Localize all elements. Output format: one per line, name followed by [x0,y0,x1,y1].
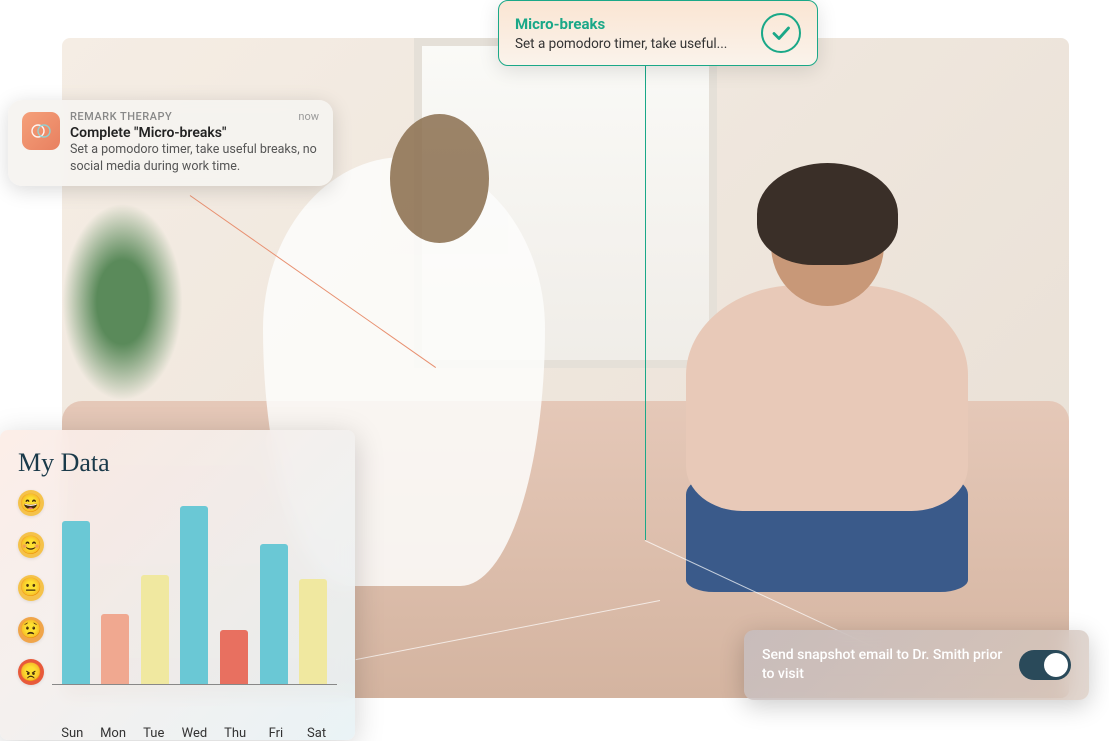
notification-timestamp: now [298,110,319,123]
toggle-switch[interactable] [1019,650,1071,680]
mood-happy-icon: 😊 [18,532,44,558]
chart-bar[interactable] [299,579,327,684]
app-logo-icon [22,112,60,150]
chart-x-axis: Sun Mon Tue Wed Thu Fri Sat [52,726,337,741]
chart-title: My Data [18,448,337,478]
chart-x-tick: Mon [99,726,127,741]
chart-x-tick: Wed [180,726,208,741]
task-description: Set a pomodoro timer, take useful... [515,36,749,52]
chart-bar[interactable] [101,614,129,684]
mood-laughing-icon: 😄 [18,490,44,516]
mood-angry-icon: 😠 [18,659,44,685]
task-title: Micro-breaks [515,15,749,33]
notification-title: Complete "Micro-breaks" [70,125,319,141]
notification-description: Set a pomodoro timer, take useful breaks… [70,142,319,176]
my-data-chart-card: My Data 😄 😊 😐 😟 😠 Sun Mon Tue Wed Thu Fri Sat [0,430,355,740]
mood-neutral-icon: 😐 [18,575,44,601]
chart-x-tick: Sat [303,726,331,741]
chart-x-tick: Sun [58,726,86,741]
chart-bar[interactable] [141,575,169,684]
task-card[interactable]: Micro-breaks Set a pomodoro timer, take … [498,0,818,66]
notification-card[interactable]: REMARK THERAPY now Complete "Micro-break… [8,100,333,186]
checkmark-icon[interactable] [761,13,801,53]
toggle-thumb [1044,653,1068,677]
chart-bar[interactable] [62,521,90,684]
connector-line-task [645,60,646,540]
chart-x-tick: Tue [140,726,168,741]
chart-bar[interactable] [180,506,208,684]
chart-x-tick: Fri [262,726,290,741]
snapshot-email-toggle-card: Send snapshot email to Dr. Smith prior t… [744,630,1089,700]
mood-sad-icon: 😟 [18,617,44,643]
chart-y-axis: 😄 😊 😐 😟 😠 [18,490,52,685]
chart-bar[interactable] [220,630,248,684]
chart-x-tick: Thu [221,726,249,741]
chart-bar[interactable] [260,544,288,684]
notification-app-name: REMARK THERAPY [70,110,172,123]
toggle-label: Send snapshot email to Dr. Smith prior t… [762,646,1005,684]
chart-plot-area [52,490,337,685]
